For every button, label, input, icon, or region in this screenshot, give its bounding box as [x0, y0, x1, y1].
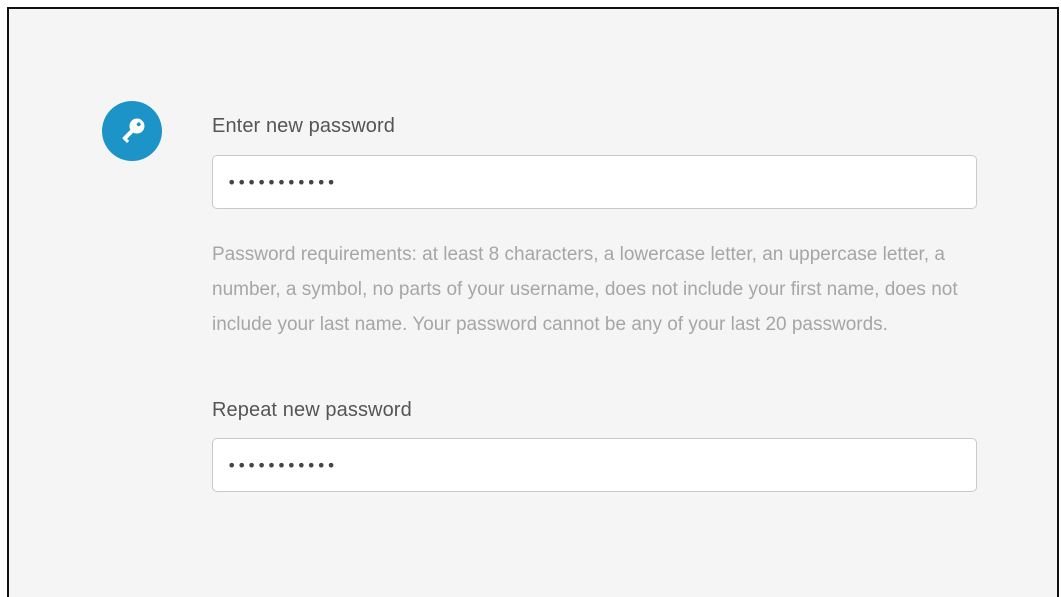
password-requirements-text: Password requirements: at least 8 charac… [212, 244, 958, 335]
repeat-password-label: Repeat new password [212, 399, 412, 421]
password-reset-panel: Enter new password Password requirements… [7, 7, 1059, 597]
key-icon-glyph [122, 118, 145, 144]
new-password-input[interactable] [212, 155, 977, 209]
new-password-label: Enter new password [212, 115, 396, 137]
repeat-password-input[interactable] [212, 438, 977, 492]
key-icon [102, 101, 162, 161]
